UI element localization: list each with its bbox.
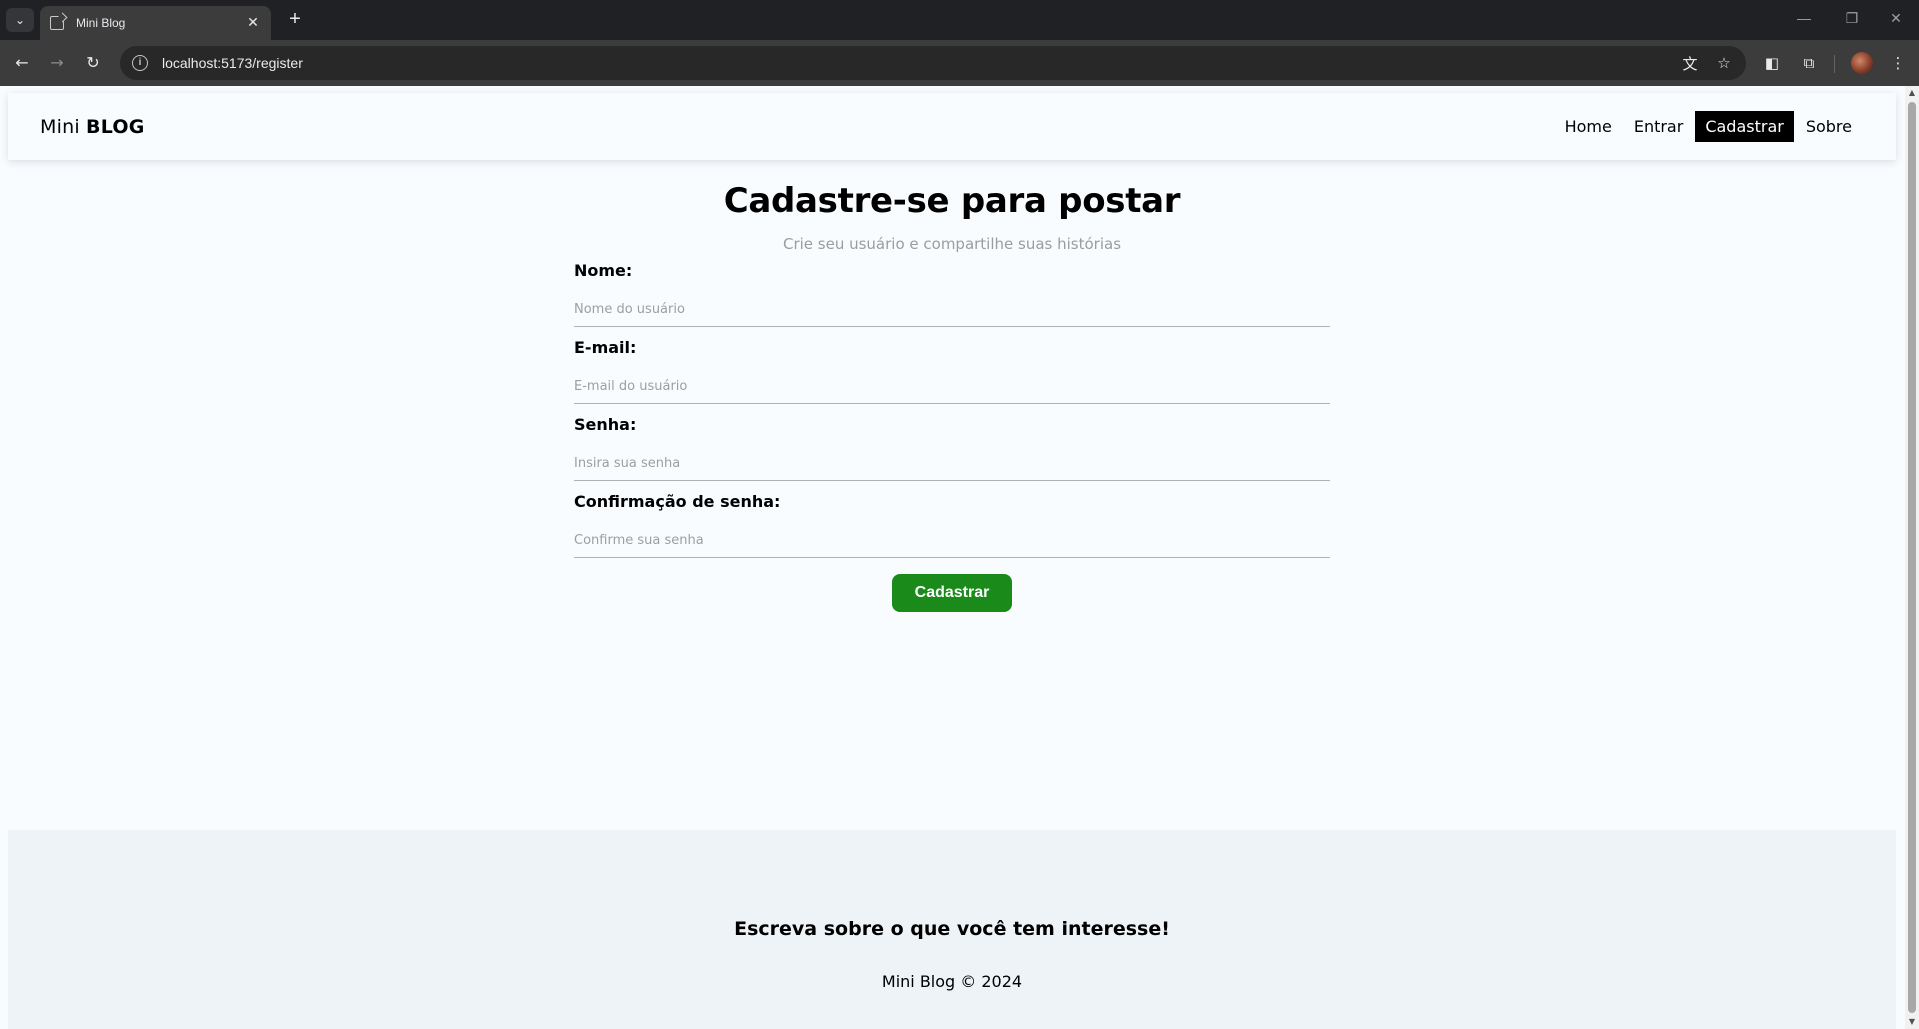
footer-copyright: Mini Blog © 2024 (881, 972, 1023, 991)
chevron-down-icon[interactable]: ⌄ (6, 8, 34, 32)
brand-prefix: Mini (40, 115, 80, 138)
nav-link-entrar[interactable]: Entrar (1624, 111, 1693, 142)
puzzle-icon[interactable]: ⧉ (1797, 51, 1821, 75)
email-input[interactable] (574, 359, 1330, 404)
minimize-icon[interactable]: — (1794, 10, 1814, 26)
window-close-icon[interactable]: ✕ (1886, 10, 1906, 27)
page-title: Cadastre-se para postar (723, 181, 1181, 221)
scroll-down-icon[interactable]: ▼ (1908, 1018, 1916, 1026)
kebab-menu-icon[interactable]: ⋮ (1886, 51, 1910, 75)
password-field: Senha: (574, 414, 1330, 481)
submit-wrapper: Cadastrar (574, 574, 1330, 612)
site-footer: Escreva sobre o que você tem interesse! … (8, 830, 1896, 1029)
password-label: Senha: (574, 415, 637, 434)
site-navbar: Mini BLOG Home Entrar Cadastrar Sobre (8, 93, 1896, 160)
footer-headline: Escreva sobre o que você tem interesse! (734, 918, 1170, 940)
register-form: Nome: E-mail: Senha: Confirmação de senh… (574, 260, 1330, 612)
browser-tab[interactable]: Mini Blog ✕ (40, 6, 271, 40)
email-field: E-mail: (574, 337, 1330, 404)
brand-bold: BLOG (86, 115, 145, 138)
plus-icon[interactable]: + (283, 8, 307, 32)
nav-link-sobre[interactable]: Sobre (1796, 111, 1862, 142)
close-icon[interactable]: ✕ (245, 15, 261, 31)
name-field: Nome: (574, 260, 1330, 327)
nav-link-cadastrar[interactable]: Cadastrar (1695, 111, 1794, 142)
info-icon[interactable]: i (132, 55, 148, 71)
page-favicon-icon (50, 16, 64, 30)
email-label: E-mail: (574, 338, 637, 357)
reading-mode-icon[interactable]: ◧ (1760, 51, 1784, 75)
browser-tabstrip: ⌄ Mini Blog ✕ + — ❐ ✕ (0, 0, 1919, 40)
url-text[interactable]: localhost:5173/register (162, 55, 1678, 71)
tab-title: Mini Blog (76, 16, 126, 30)
profile-avatar[interactable] (1851, 52, 1873, 74)
page-scrollbar[interactable]: ▲ ▼ (1905, 86, 1919, 1029)
confirm-password-label: Confirmação de senha: (574, 492, 781, 511)
scrollbar-thumb[interactable] (1908, 102, 1916, 1013)
name-input[interactable] (574, 282, 1330, 327)
browser-toolbar: ← → ↻ i localhost:5173/register 文 ☆ ◧ ⧉ … (0, 40, 1919, 86)
confirm-password-field: Confirmação de senha: (574, 491, 1330, 558)
translate-icon[interactable]: 文 (1678, 53, 1702, 74)
arrow-left-icon[interactable]: ← (10, 51, 34, 75)
address-bar[interactable]: i localhost:5173/register 文 ☆ (120, 46, 1746, 80)
brand-logo[interactable]: Mini BLOG (40, 116, 145, 138)
scroll-up-icon[interactable]: ▲ (1908, 89, 1916, 97)
nav-link-home[interactable]: Home (1555, 111, 1622, 142)
page-viewport: Mini BLOG Home Entrar Cadastrar Sobre Ca… (0, 86, 1905, 1029)
nav-menu: Home Entrar Cadastrar Sobre (1555, 111, 1862, 142)
page-subtitle: Crie seu usuário e compartilhe suas hist… (782, 235, 1122, 253)
confirm-password-input[interactable] (574, 513, 1330, 558)
toolbar-divider (1834, 55, 1835, 73)
register-submit-button[interactable]: Cadastrar (892, 574, 1012, 612)
restore-icon[interactable]: ❐ (1842, 10, 1862, 27)
arrow-right-icon[interactable]: → (45, 51, 69, 75)
password-input[interactable] (574, 436, 1330, 481)
register-section: Cadastre-se para postar Crie seu usuário… (574, 178, 1330, 612)
name-label: Nome: (574, 261, 633, 280)
reload-icon[interactable]: ↻ (81, 51, 105, 75)
star-icon[interactable]: ☆ (1712, 54, 1736, 72)
